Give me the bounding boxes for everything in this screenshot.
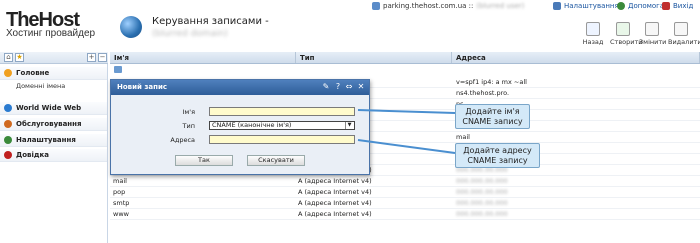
callout-name: Додайте ім'я CNAME запису xyxy=(455,104,530,129)
callout-arrow-1 xyxy=(357,109,456,114)
callout-arrow-2 xyxy=(357,139,456,154)
callout-address: Додайте адресу CNAME запису xyxy=(455,143,540,168)
callout-arrows xyxy=(357,109,456,154)
